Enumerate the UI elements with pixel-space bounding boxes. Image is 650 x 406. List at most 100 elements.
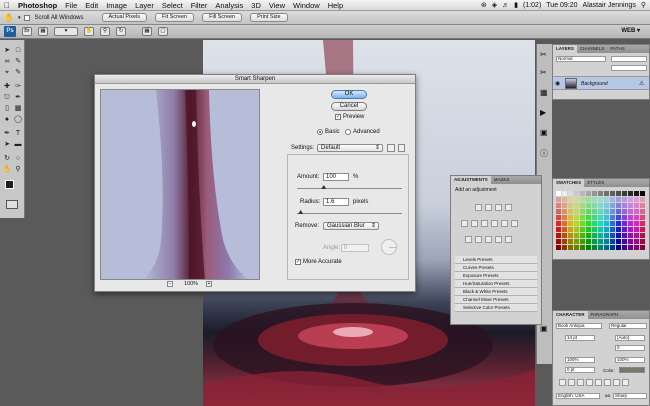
zoom-tool-icon[interactable]: ⚲ [13,165,23,174]
zoom-in-button[interactable]: + [206,281,212,287]
swatch[interactable] [634,209,639,214]
swatch[interactable] [634,227,639,232]
eraser-tool-icon[interactable]: ▯ [2,104,12,113]
swatch[interactable] [616,215,621,220]
menu-filter[interactable]: Filter [187,1,212,10]
swatch[interactable] [592,233,597,238]
mini-bridge-icon[interactable]: ▦ [38,27,48,36]
swatch[interactable] [598,239,603,244]
swatch[interactable] [586,227,591,232]
anti-alias-dropdown[interactable]: Sharp [613,393,647,399]
amount-slider[interactable] [297,188,402,189]
preview-pane[interactable] [100,89,260,280]
swatch[interactable] [640,239,645,244]
language-dropdown[interactable]: English: USA [556,393,600,399]
swatch[interactable] [640,245,645,250]
hand-icon[interactable]: ✋ [84,27,94,36]
preset-selective-color[interactable]: Selective Color Presets [455,304,537,312]
hue-saturation-icon[interactable] [471,220,478,227]
swatch[interactable] [640,215,645,220]
fill-field[interactable] [611,65,647,71]
swatch[interactable] [568,239,573,244]
swatch[interactable] [628,197,633,202]
tab-styles[interactable]: STYLES [584,179,607,187]
basic-radio[interactable] [317,129,323,135]
spotlight-icon[interactable]: ⚲ [641,1,646,9]
font-family-dropdown[interactable]: Book Antiqua [556,323,602,329]
angle-dial[interactable] [381,239,397,255]
swatch[interactable] [574,233,579,238]
swatch[interactable] [634,233,639,238]
swatch[interactable] [616,245,621,250]
swatch[interactable] [628,191,633,196]
menu-analysis[interactable]: Analysis [211,1,247,10]
photo-filter-icon[interactable] [501,220,508,227]
preset-hue-saturation[interactable]: Hue/Saturation Presets [455,280,537,288]
swatch[interactable] [574,245,579,250]
amount-field[interactable]: 100 [323,173,349,181]
swatch[interactable] [628,233,633,238]
exposure-icon[interactable] [505,204,512,211]
radius-field[interactable]: 1.6 [323,198,349,206]
tab-swatches[interactable]: SWATCHES [553,179,585,187]
save-settings-icon[interactable] [387,144,395,152]
fit-screen-button[interactable]: Fit Screen [155,13,195,22]
rotate-view-icon[interactable]: ↻ [116,27,126,36]
arrange-documents-icon[interactable]: ▦ [142,27,152,36]
tab-masks[interactable]: MASKS [491,176,513,184]
tab-paths[interactable]: PATHS [607,45,627,53]
opacity-field[interactable] [611,56,647,62]
swatch[interactable] [634,191,639,196]
swatch[interactable] [610,209,615,214]
swatch[interactable] [580,221,585,226]
swatch[interactable] [580,215,585,220]
selective-color-icon[interactable] [505,236,512,243]
swatch[interactable] [586,239,591,244]
pen-tool-icon[interactable]: ✒ [2,129,12,138]
swatch[interactable] [556,215,561,220]
3d-icon[interactable]: ▣ [540,324,548,333]
swatch[interactable] [586,203,591,208]
swatch[interactable] [610,191,615,196]
swatch[interactable] [568,197,573,202]
crop-tool-icon[interactable]: ⌖ [2,68,12,77]
zoom-level-dropdown[interactable]: ▾ [54,27,78,36]
menu-edit[interactable]: Edit [81,1,102,10]
tool-preset-arrow-icon[interactable]: ▾ [18,15,21,21]
swatch[interactable] [616,221,621,226]
vertical-scale-field[interactable]: 100% [565,357,595,363]
swatch[interactable] [580,203,585,208]
swatch[interactable] [610,227,615,232]
swatch[interactable] [616,227,621,232]
swatch[interactable] [580,239,585,244]
swatch[interactable] [574,209,579,214]
clock[interactable]: Tue 09:20 [546,2,577,9]
swatch[interactable] [622,203,627,208]
swatch[interactable] [556,227,561,232]
swatch[interactable] [574,221,579,226]
swatch[interactable] [634,197,639,202]
delete-settings-icon[interactable] [398,144,405,152]
screen-mode-icon[interactable]: ▢ [158,27,168,36]
swatch[interactable] [574,239,579,244]
swatch[interactable] [592,239,597,244]
preset-channel-mixer[interactable]: Channel Mixer Presets [455,296,537,304]
hand-tool-icon[interactable]: ✋ [4,13,14,22]
swatch[interactable] [628,227,633,232]
eyedropper-tool-icon[interactable]: ✎ [13,68,23,77]
workspace-switcher[interactable]: WEB ▾ [621,27,640,34]
swatch[interactable] [556,221,561,226]
actions-icon[interactable]: ▶ [540,108,546,117]
3d-rotate-tool-icon[interactable]: ↻ [2,154,12,163]
swatch[interactable] [562,197,567,202]
swatch[interactable] [562,227,567,232]
swatch[interactable] [592,197,597,202]
text-color-swatch[interactable] [619,367,645,373]
swatch[interactable] [580,209,585,214]
swatch[interactable] [598,209,603,214]
bridge-icon[interactable]: Br [22,27,32,36]
swatch[interactable] [592,209,597,214]
swatch[interactable] [562,245,567,250]
preset-exposure[interactable]: Exposure Presets [455,272,537,280]
quick-mask-icon[interactable] [6,200,18,209]
